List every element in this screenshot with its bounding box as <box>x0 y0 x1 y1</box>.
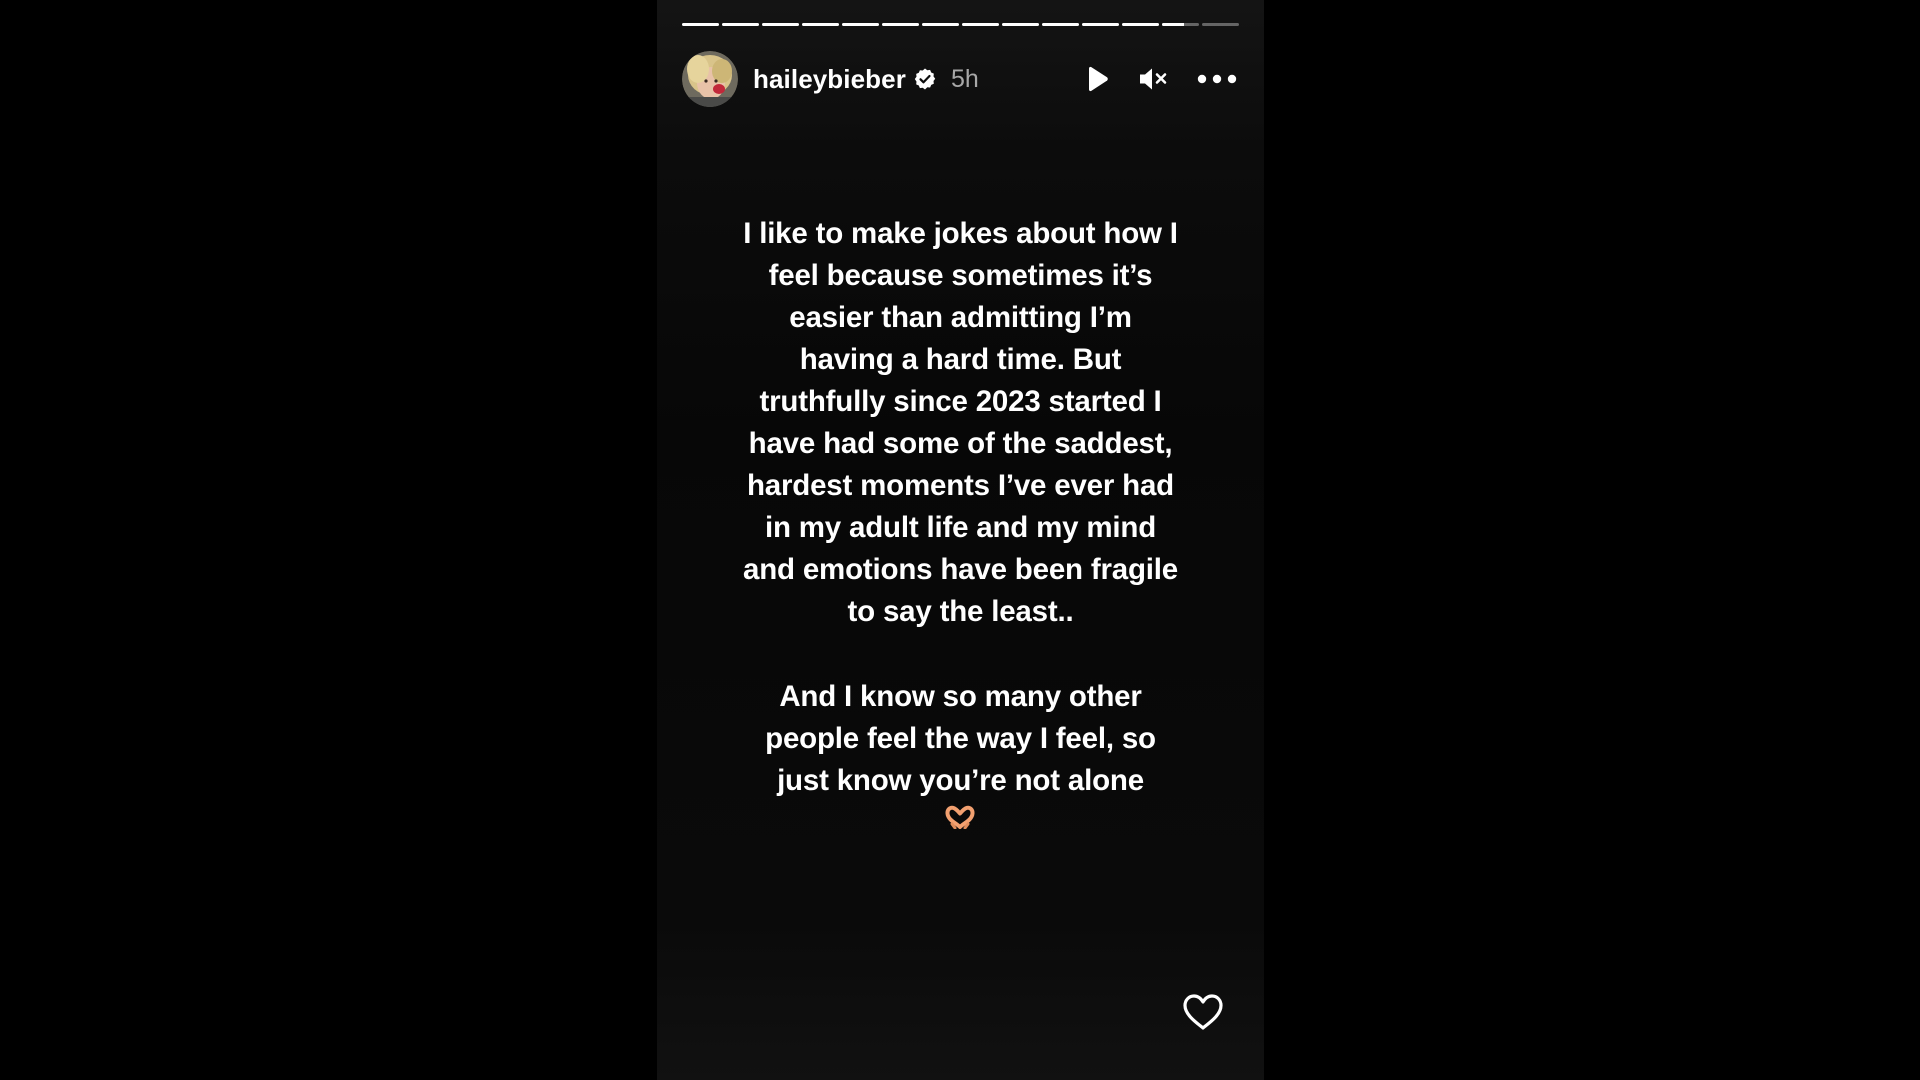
story-text-paragraph-1: I like to make jokes about how I feel be… <box>743 217 1178 628</box>
story-progress-fill <box>882 23 919 26</box>
story-progress-segment <box>922 23 959 26</box>
story-progress-segment <box>1202 23 1239 26</box>
story-viewer[interactable]: haileybieber 5h I like to make jokes abo… <box>657 0 1264 1080</box>
heart-hands-emoji-icon <box>944 805 976 830</box>
story-progress-segment <box>882 23 919 26</box>
story-progress-fill <box>1122 23 1159 26</box>
story-progress-segment <box>1162 23 1199 26</box>
story-progress-bar <box>682 23 1239 26</box>
story-progress-segment <box>682 23 719 26</box>
like-button[interactable] <box>1179 990 1227 1034</box>
story-progress-segment <box>722 23 759 26</box>
muted-speaker-icon <box>1140 68 1167 90</box>
story-header: haileybieber 5h <box>682 50 1239 108</box>
username[interactable]: haileybieber <box>753 64 906 95</box>
story-progress-segment <box>1002 23 1039 26</box>
story-progress-fill <box>802 23 839 26</box>
post-time: 5h <box>950 64 979 93</box>
more-options-button[interactable] <box>1195 62 1239 96</box>
story-progress-fill <box>1042 23 1079 26</box>
story-progress-fill <box>922 23 959 26</box>
story-progress-segment <box>1122 23 1159 26</box>
story-progress-segment <box>1082 23 1119 26</box>
more-options-icon <box>1197 74 1237 84</box>
story-progress-fill <box>762 23 799 26</box>
story-progress-fill <box>962 23 999 26</box>
story-progress-segment <box>762 23 799 26</box>
play-button[interactable] <box>1080 62 1114 96</box>
story-progress-segment <box>962 23 999 26</box>
story-progress-fill <box>1002 23 1039 26</box>
verified-badge-icon <box>913 67 937 91</box>
heart-outline-icon <box>1183 994 1223 1030</box>
story-text-paragraph-2: And I know so many other people feel the… <box>765 680 1156 797</box>
story-progress-fill <box>722 23 759 26</box>
story-progress-fill <box>1082 23 1119 26</box>
story-progress-fill <box>682 23 719 26</box>
avatar[interactable] <box>682 51 738 107</box>
story-progress-segment <box>802 23 839 26</box>
play-icon <box>1089 66 1108 92</box>
avatar-image <box>682 51 738 107</box>
story-controls <box>1080 50 1239 108</box>
story-progress-fill <box>1162 23 1185 26</box>
mute-button[interactable] <box>1136 62 1170 96</box>
story-progress-segment <box>1042 23 1079 26</box>
page: haileybieber 5h I like to make jokes abo… <box>0 0 1920 1080</box>
story-progress-fill <box>842 23 879 26</box>
story-progress-segment <box>842 23 879 26</box>
